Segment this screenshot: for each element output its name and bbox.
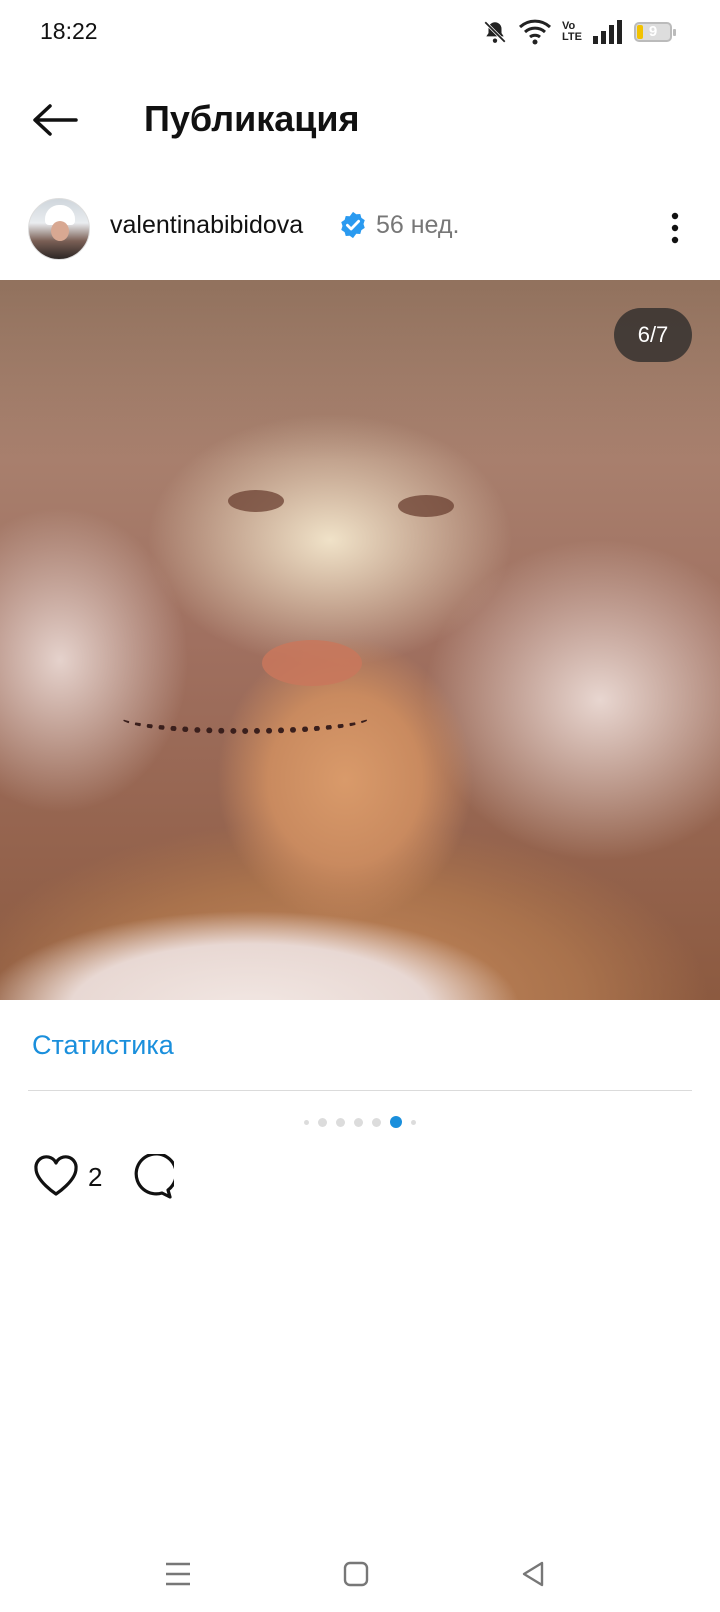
post-author-row: valentinabibidova 56 нед. — [0, 190, 720, 270]
back-arrow-icon[interactable] — [30, 102, 80, 138]
verified-badge-icon — [341, 211, 365, 239]
signal-icon — [593, 20, 622, 44]
carousel-dot — [411, 1119, 416, 1125]
battery-level: 9 — [648, 23, 658, 40]
menu-icon[interactable] — [158, 1554, 198, 1594]
status-time: 18:22 — [40, 18, 98, 44]
comment-icon[interactable] — [128, 1154, 174, 1200]
carousel-dot — [372, 1117, 381, 1127]
carousel-dots — [0, 1112, 720, 1132]
more-options-icon[interactable] — [660, 208, 690, 248]
carousel-dot — [336, 1117, 345, 1127]
home-square-icon[interactable] — [336, 1554, 376, 1594]
volte-icon: Vo LTE — [562, 20, 582, 43]
system-nav-bar — [0, 1540, 720, 1610]
divider — [28, 1090, 692, 1091]
heart-icon[interactable] — [32, 1154, 80, 1198]
battery-icon: 9 — [634, 22, 676, 42]
carousel-dot-active — [390, 1116, 402, 1128]
status-bar: 18:22 Vo LTE 9 — [0, 0, 720, 64]
app-header: Публикация — [0, 80, 720, 160]
post-time: 56 нед. — [376, 211, 460, 239]
mute-bell-icon — [484, 21, 506, 43]
page-title: Публикация — [144, 98, 360, 139]
status-icons: Vo LTE 9 — [482, 16, 676, 48]
carousel-counter: 6/7 — [614, 308, 692, 362]
wifi-icon — [519, 19, 552, 45]
post-photo[interactable] — [0, 280, 720, 1000]
carousel-dot — [354, 1117, 363, 1127]
carousel-dot — [304, 1119, 309, 1125]
username[interactable]: valentinabibidova — [110, 211, 303, 240]
avatar[interactable] — [28, 198, 90, 260]
statistics-link[interactable]: Статистика — [32, 1030, 174, 1061]
back-triangle-icon[interactable] — [514, 1554, 554, 1594]
likes-count[interactable]: 2 — [88, 1162, 102, 1193]
carousel-dot — [318, 1117, 327, 1127]
